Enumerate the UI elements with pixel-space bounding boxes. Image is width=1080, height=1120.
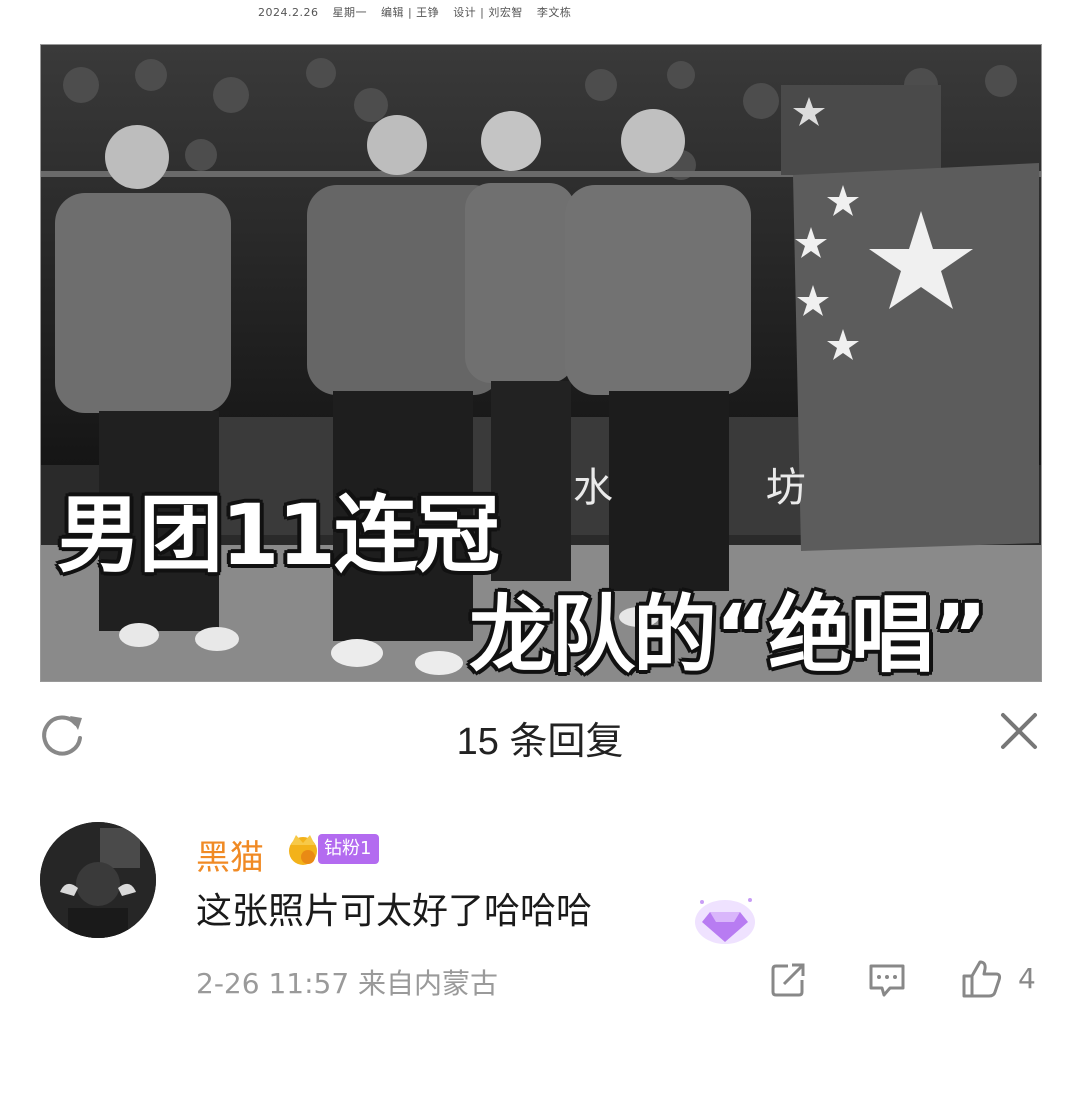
reply-sheet-header: 15 条回复 (0, 682, 1080, 782)
crown-icon (289, 835, 317, 865)
newspaper-designer: 设计 | 刘宏智 (453, 6, 523, 19)
newspaper-meta: 2024.2.26 星期一 编辑 | 王铮 设计 | 刘宏智 李文栋 (258, 4, 581, 20)
comment-text: 这张照片可太好了哈哈哈 (196, 891, 593, 932)
comment-timestamp: 2-26 11:57 来自内蒙古 (196, 967, 499, 1000)
gem-icon (695, 898, 755, 944)
comment-username[interactable]: 黑猫 (196, 830, 264, 879)
close-icon[interactable] (994, 706, 1044, 756)
photo-headline-line2: 龙队的“绝唱” (469, 586, 987, 682)
newspaper-editor: 编辑 | 王铮 (380, 6, 440, 19)
sponsor-board-text: 水 坊 (573, 465, 876, 511)
photo-headline-line1: 男团11连冠 (57, 486, 500, 584)
fan-badge: 钻粉1 (284, 832, 380, 866)
comment-meta-row: 2-26 11:57 来自内蒙古 4 (196, 960, 1056, 1002)
comment-item: 黑猫 钻粉1 这张照片可太好了哈哈哈 2-26 11:57 来自内蒙古 4 (0, 812, 1080, 1042)
newspaper-author: 李文栋 (536, 6, 572, 19)
reply-count-title: 15 条回复 (456, 721, 624, 763)
share-icon[interactable] (768, 960, 808, 1000)
like-icon[interactable] (960, 956, 1004, 1000)
newspaper-weekday: 星期一 (332, 6, 367, 19)
avatar-image (40, 822, 156, 938)
fan-badge-label: 钻粉1 (318, 834, 380, 864)
newspaper-date: 2024.2.26 (258, 6, 319, 19)
like-count: 4 (1018, 962, 1036, 995)
avatar[interactable] (40, 822, 156, 938)
comment-icon[interactable] (866, 960, 908, 1000)
reply-sheet: 15 条回复 黑猫 钻粉1 这张照片可太好了哈哈哈 2-26 11:57 来自内… (0, 682, 1080, 1120)
news-photo[interactable]: 水 坊 男团11连冠 龙队的“绝唱” (40, 44, 1042, 682)
newspaper-header: 2024.2.26 星期一 编辑 | 王铮 设计 | 刘宏智 李文栋 (0, 0, 1080, 44)
